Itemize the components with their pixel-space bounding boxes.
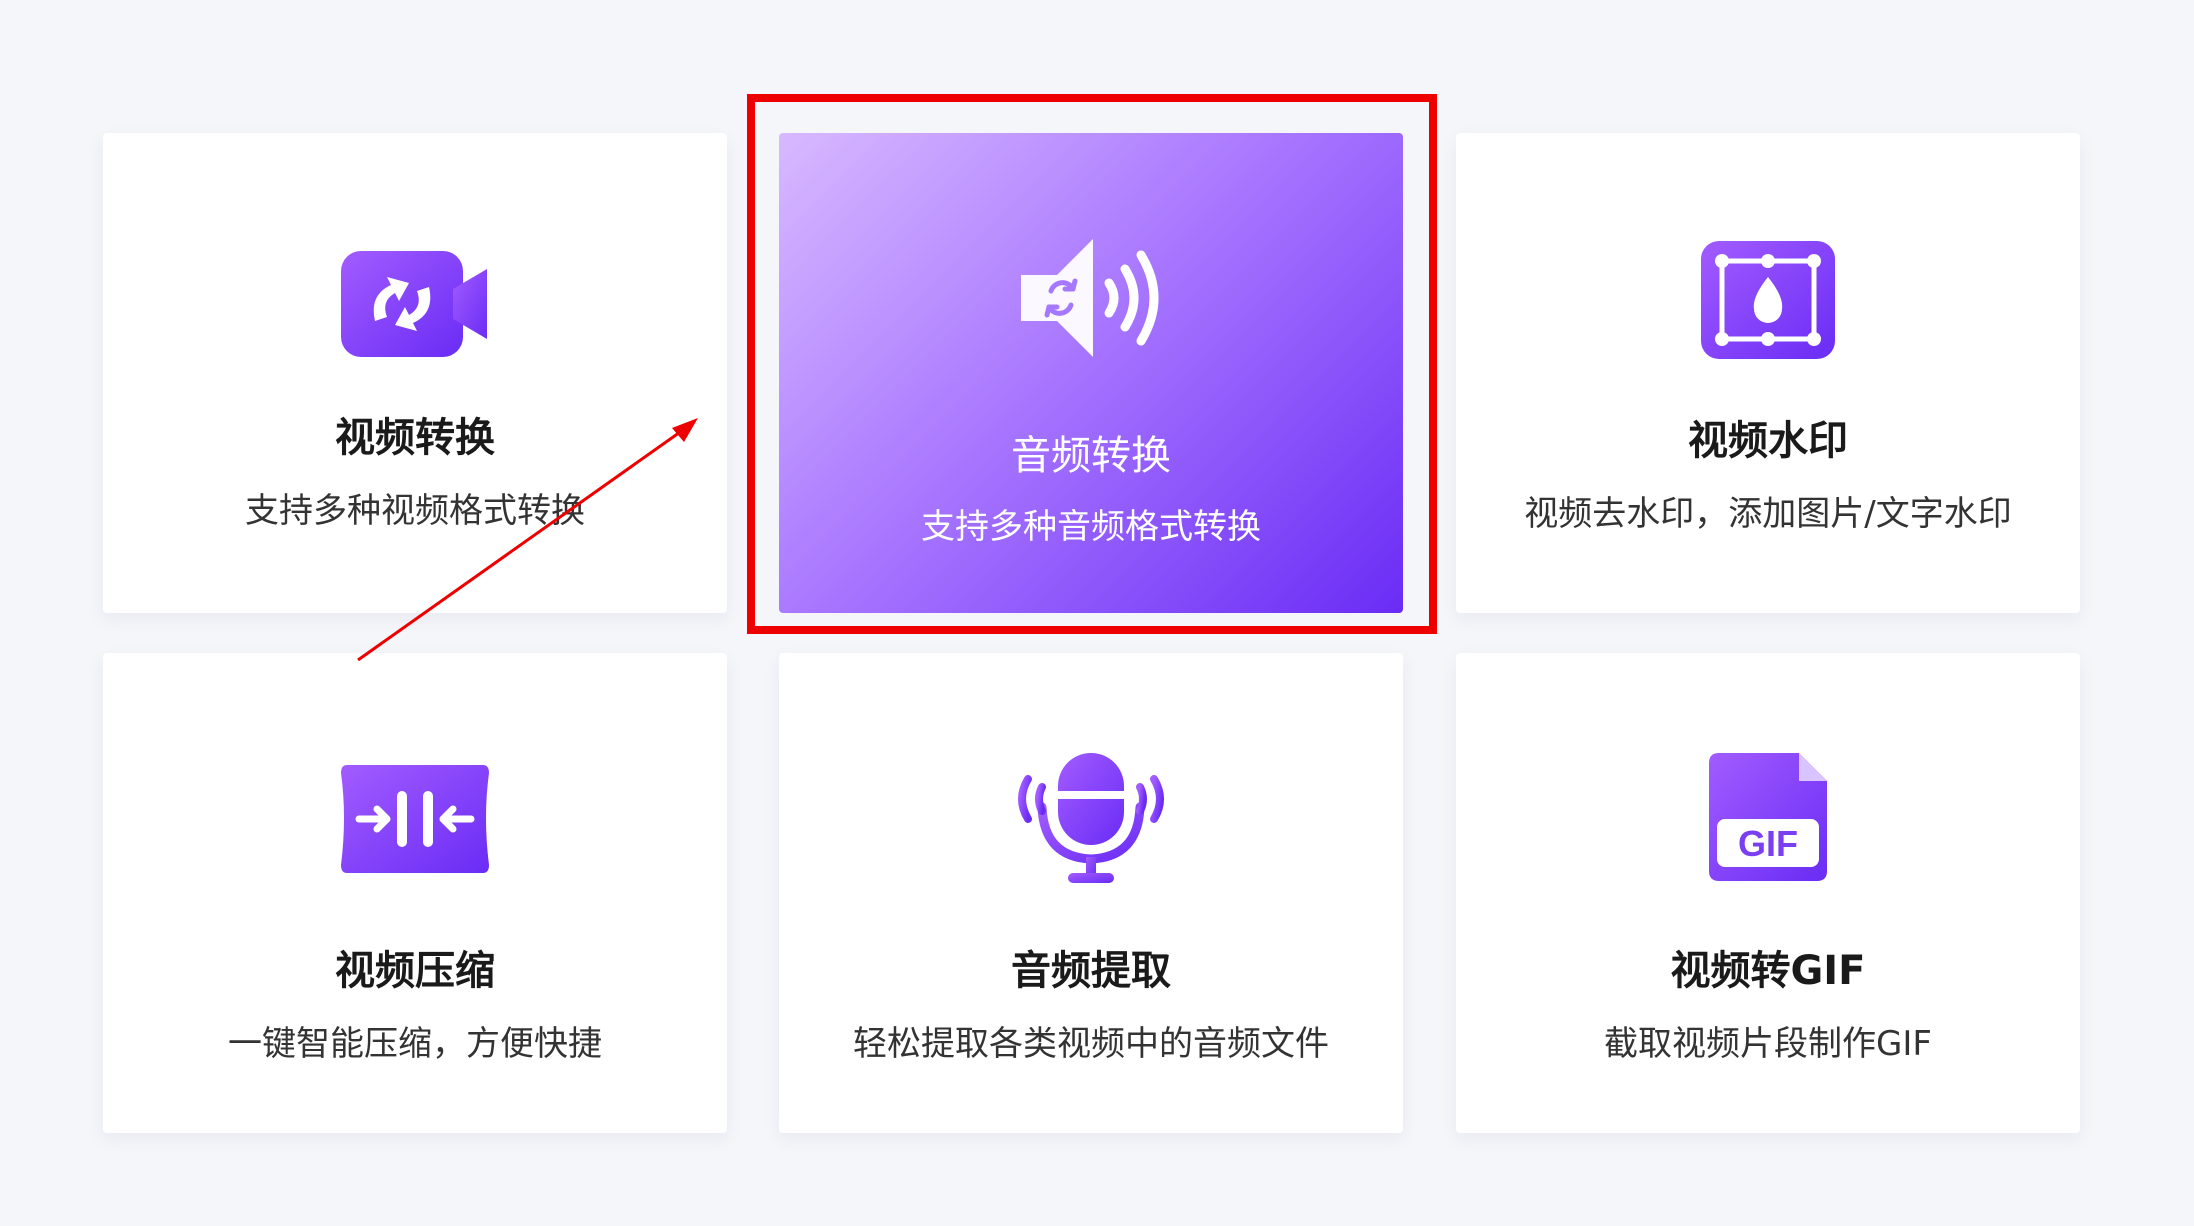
- video-convert-icon: [103, 243, 727, 363]
- gif-icon: GIF: [1456, 749, 2080, 885]
- card-title: 视频压缩: [335, 948, 495, 994]
- video-watermark-icon: [1456, 239, 2080, 363]
- card-description: 截取视频片段制作GIF: [1604, 1024, 1932, 1064]
- card-description: 支持多种音频格式转换: [921, 507, 1261, 547]
- card-title: 音频转换: [1011, 433, 1171, 479]
- card-audio-convert[interactable]: 音频转换 支持多种音频格式转换: [779, 133, 1403, 613]
- card-title: 视频转换: [335, 415, 495, 461]
- audio-extract-icon: [779, 749, 1403, 885]
- card-title: 音频提取: [1011, 948, 1171, 994]
- card-audio-extract[interactable]: 音频提取 轻松提取各类视频中的音频文件: [779, 653, 1403, 1133]
- card-video-to-gif[interactable]: GIF 视频转GIF 截取视频片段制作GIF: [1456, 653, 2080, 1133]
- audio-convert-icon: [779, 233, 1403, 363]
- card-video-convert[interactable]: 视频转换 支持多种视频格式转换: [103, 133, 727, 613]
- card-title: 视频转GIF: [1670, 948, 1866, 994]
- card-title: 视频水印: [1688, 418, 1848, 464]
- card-description: 轻松提取各类视频中的音频文件: [853, 1024, 1329, 1064]
- video-compress-icon: [103, 761, 727, 877]
- gif-icon-text: GIF: [1738, 823, 1798, 864]
- card-video-watermark[interactable]: 视频水印 视频去水印，添加图片/文字水印: [1456, 133, 2080, 613]
- card-description: 支持多种视频格式转换: [245, 491, 585, 531]
- card-description: 一键智能压缩，方便快捷: [228, 1024, 602, 1064]
- card-description: 视频去水印，添加图片/文字水印: [1524, 494, 2012, 534]
- card-video-compress[interactable]: 视频压缩 一键智能压缩，方便快捷: [103, 653, 727, 1133]
